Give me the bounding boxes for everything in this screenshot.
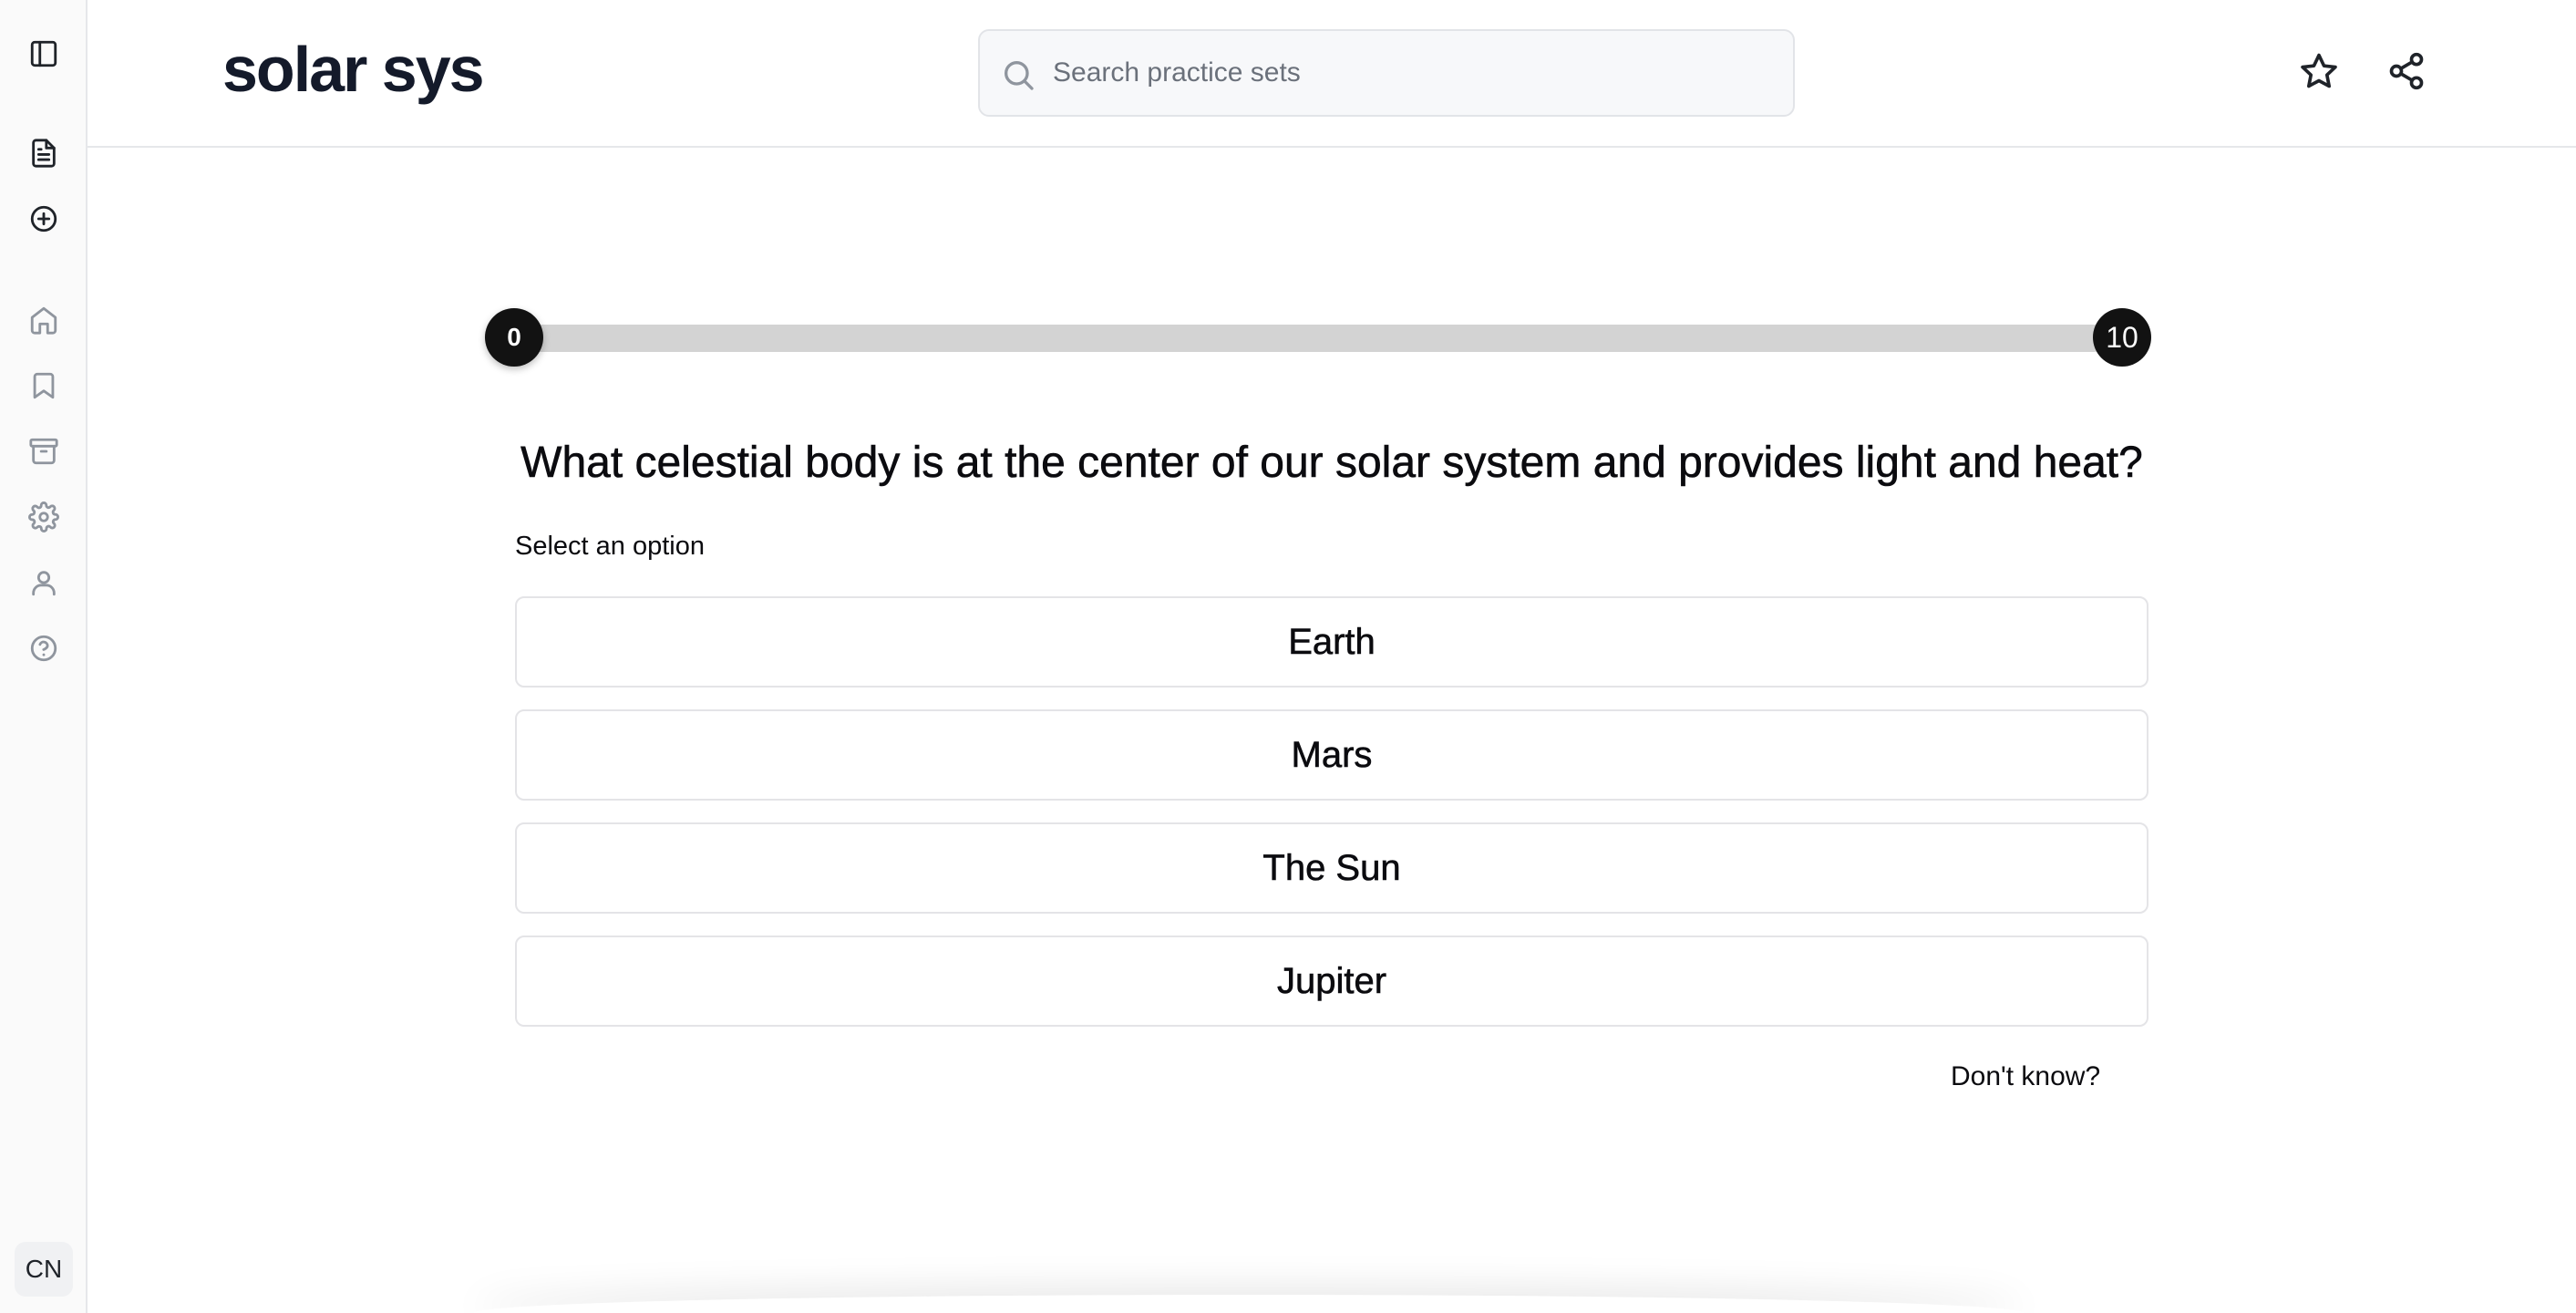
progress-bar: 0 10	[483, 306, 2151, 370]
progress-end-badge: 10	[2093, 308, 2151, 367]
dont-know-button[interactable]: Don't know?	[1951, 1061, 2100, 1092]
sidebar: CN	[0, 0, 88, 1313]
sidebar-toggle-icon[interactable]	[22, 32, 66, 76]
header: solar sys	[88, 0, 2576, 148]
search-icon	[1000, 57, 1036, 93]
option-jupiter[interactable]: Jupiter	[515, 936, 2148, 1027]
options-list: Earth Mars The Sun Jupiter	[515, 596, 2148, 1049]
star-icon[interactable]	[2295, 47, 2343, 95]
bottom-panel-shadow	[474, 1295, 2024, 1313]
search-box[interactable]	[978, 29, 1795, 117]
page-title: solar sys	[222, 34, 485, 105]
avatar[interactable]: CN	[15, 1242, 73, 1297]
option-mars[interactable]: Mars	[515, 709, 2148, 801]
bookmark-icon[interactable]	[22, 364, 66, 408]
app-root: CN solar sys 0 10 What celestial body is…	[0, 0, 2576, 1313]
document-icon[interactable]	[22, 131, 66, 175]
progress-track	[510, 325, 2107, 352]
share-icon[interactable]	[2383, 47, 2430, 95]
home-icon[interactable]	[22, 298, 66, 342]
option-the-sun[interactable]: The Sun	[515, 822, 2148, 914]
search-input[interactable]	[1053, 31, 1773, 115]
archive-icon[interactable]	[22, 429, 66, 473]
question-text: What celestial body is at the center of …	[520, 439, 2143, 488]
progress-start-badge: 0	[485, 308, 543, 367]
gear-icon[interactable]	[22, 495, 66, 539]
add-circle-icon[interactable]	[22, 197, 66, 241]
user-icon[interactable]	[22, 561, 66, 605]
help-icon[interactable]	[22, 626, 66, 670]
avatar-initials: CN	[25, 1255, 63, 1283]
select-prompt: Select an option	[515, 532, 705, 561]
option-earth[interactable]: Earth	[515, 596, 2148, 688]
